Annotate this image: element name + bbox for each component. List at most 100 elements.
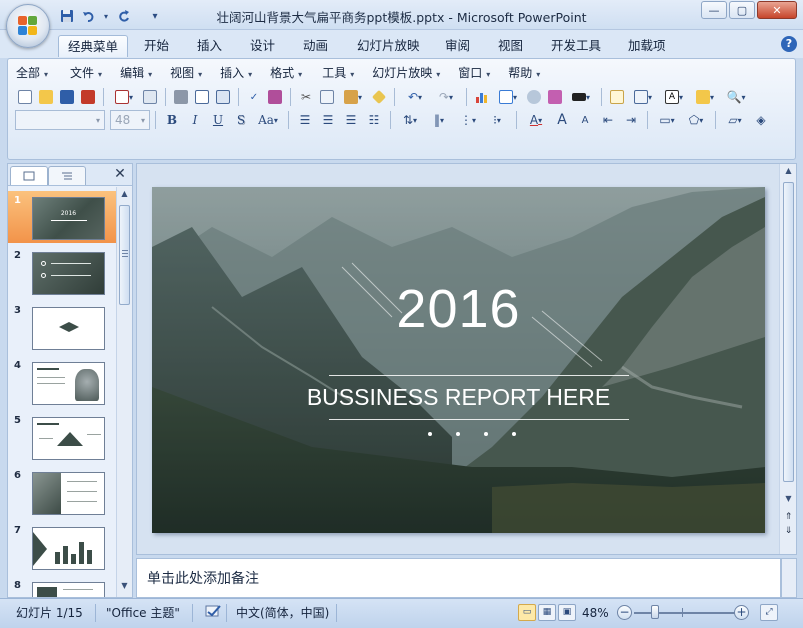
font-name-combo[interactable]: ▾ [15, 110, 105, 130]
close-button[interactable]: ✕ [757, 1, 797, 19]
slide-thumbnail-2[interactable]: 2 [8, 246, 116, 298]
folder-dropdown-icon[interactable]: ▾ [690, 87, 720, 107]
bold-button[interactable]: B [161, 110, 183, 130]
tab-review[interactable]: 审阅 [436, 35, 479, 57]
copy-icon[interactable] [317, 87, 337, 107]
previous-slide-icon[interactable]: ⇑ [783, 512, 794, 524]
tab-classic-menu[interactable]: 经典菜单 [58, 35, 129, 57]
undo-dropdown-icon[interactable]: ▾ [102, 7, 110, 25]
outline-tab[interactable] [48, 166, 86, 185]
slide-sorter-view-button[interactable]: ▦ [538, 604, 556, 621]
tab-view[interactable]: 视图 [489, 35, 532, 57]
slideshow-view-button[interactable]: ▣ [558, 604, 576, 621]
align-center-icon[interactable]: ☰ [317, 110, 339, 130]
menu-view[interactable]: 视图 ▾ [162, 63, 210, 83]
underline-button[interactable]: U [207, 110, 229, 130]
tab-insert[interactable]: 插入 [188, 35, 231, 57]
preview-icon[interactable] [192, 87, 212, 107]
current-slide[interactable]: 2016 BUSSINESS REPORT HERE [152, 187, 765, 533]
find-dropdown-icon[interactable]: 🔍 ▾ [721, 87, 751, 107]
scroll-down-icon[interactable]: ▼ [783, 494, 794, 506]
redo-icon[interactable] [114, 7, 132, 25]
open-folder-icon[interactable] [36, 87, 56, 107]
tab-addins[interactable]: 加载项 [619, 35, 675, 57]
print-preview-dropdown-icon[interactable]: ▾ [109, 87, 139, 107]
notes-scrollbar[interactable] [781, 558, 797, 598]
grow-font-icon[interactable]: A [551, 110, 573, 130]
slide-subtitle[interactable]: BUSSINESS REPORT HERE [152, 384, 765, 411]
arrange-dropdown-icon[interactable]: ▭ ▾ [653, 110, 681, 130]
zoom-out-button[interactable]: − [617, 605, 632, 620]
layout-dropdown-icon[interactable]: ▾ [628, 87, 658, 107]
menu-help[interactable]: 帮助 ▾ [500, 63, 548, 83]
undo-icon[interactable] [80, 7, 98, 25]
table-dropdown-icon[interactable]: ▾ [493, 87, 523, 107]
slide-view-icon[interactable] [213, 87, 233, 107]
slide-thumbnail-1[interactable]: 1 2016 [8, 191, 116, 243]
restore-button[interactable]: ▢ [729, 1, 755, 19]
new-document-icon[interactable] [15, 87, 35, 107]
undo-dropdown-icon[interactable]: ↶ ▾ [400, 87, 430, 107]
minimize-button[interactable]: — [701, 1, 727, 19]
format-painter-icon[interactable] [369, 87, 389, 107]
redo-dropdown-icon[interactable]: ↷ ▾ [431, 87, 461, 107]
close-pane-icon[interactable]: ✕ [112, 166, 128, 182]
slide-thumbnail-5[interactable]: 5 [8, 411, 116, 463]
justify-icon[interactable]: ☷ [363, 110, 385, 130]
shape-style-dropdown-icon[interactable]: ▱ ▾ [721, 110, 749, 130]
notes-pane[interactable]: 单击此处添加备注 [136, 558, 781, 598]
align-right-icon[interactable]: ☰ [340, 110, 362, 130]
normal-view-button[interactable]: ▭ [518, 604, 536, 621]
menu-format[interactable]: 格式 ▾ [262, 63, 310, 83]
tab-design[interactable]: 设计 [241, 35, 284, 57]
scrollbar-thumb[interactable] [119, 205, 130, 305]
slide-scrollbar[interactable]: ▲ ▼ ⇑ ⇓ [779, 164, 796, 554]
change-case-button[interactable]: Aa ▾ [253, 110, 283, 130]
textbox-dropdown-icon[interactable]: A ▾ [659, 87, 689, 107]
tab-animations[interactable]: 动画 [294, 35, 337, 57]
menu-tools[interactable]: 工具 ▾ [314, 63, 362, 83]
zoom-level[interactable]: 48% [582, 603, 609, 623]
scroll-down-icon[interactable]: ▼ [119, 581, 130, 593]
zoom-slider-track[interactable] [634, 612, 740, 614]
text-direction-dropdown-icon[interactable]: ⇅ ▾ [396, 110, 424, 130]
shrink-font-icon[interactable]: A [574, 110, 596, 130]
menu-insert[interactable]: 插入 ▾ [212, 63, 260, 83]
thumbnail-scrollbar[interactable]: ▲ ▼ [116, 187, 132, 597]
menu-edit[interactable]: 编辑 ▾ [112, 63, 160, 83]
italic-button[interactable]: I [184, 110, 206, 130]
save-icon[interactable] [58, 7, 76, 25]
slide-thumbnail-8[interactable]: 8 [8, 576, 116, 597]
fill-color-dropdown-icon[interactable]: ▾ [566, 87, 596, 107]
spell-check-icon[interactable] [204, 603, 222, 623]
save-icon[interactable] [57, 87, 77, 107]
next-slide-icon[interactable]: ⇓ [783, 526, 794, 538]
chart-icon[interactable] [472, 87, 492, 107]
align-left-icon[interactable]: ☰ [294, 110, 316, 130]
fit-to-window-button[interactable]: ⤢ [760, 604, 778, 621]
spelling-icon[interactable]: ✓ [244, 87, 264, 107]
zoom-slider-thumb[interactable] [651, 605, 659, 619]
new-slide-icon[interactable] [607, 87, 627, 107]
shadow-button[interactable]: S [230, 110, 252, 130]
bullets-dropdown-icon[interactable]: ⁝ ▾ [483, 110, 511, 130]
shapes-dropdown-icon[interactable]: ⬠ ▾ [682, 110, 710, 130]
slide-thumbnail-6[interactable]: 6 [8, 466, 116, 518]
slide-title[interactable]: 2016 [152, 278, 765, 340]
cut-icon[interactable]: ✂ [296, 87, 316, 107]
office-button[interactable] [6, 4, 50, 48]
slides-tab[interactable] [10, 166, 48, 185]
menu-slideshow[interactable]: 幻灯片放映 ▾ [364, 63, 448, 83]
menu-all[interactable]: 全部 ▾ [8, 63, 56, 83]
scroll-up-icon[interactable]: ▲ [783, 166, 794, 178]
tab-developer[interactable]: 开发工具 [542, 35, 610, 57]
line-spacing-dropdown-icon[interactable]: ‖ ▾ [425, 110, 453, 130]
zoom-in-button[interactable]: + [734, 605, 749, 620]
clip-art-icon[interactable] [524, 87, 544, 107]
decrease-indent-icon[interactable]: ⇤ [597, 110, 619, 130]
permission-icon[interactable] [78, 87, 98, 107]
print-icon[interactable] [171, 87, 191, 107]
research-icon[interactable] [265, 87, 285, 107]
numbering-dropdown-icon[interactable]: ⋮ ▾ [454, 110, 482, 130]
help-icon[interactable]: ? [781, 36, 797, 52]
